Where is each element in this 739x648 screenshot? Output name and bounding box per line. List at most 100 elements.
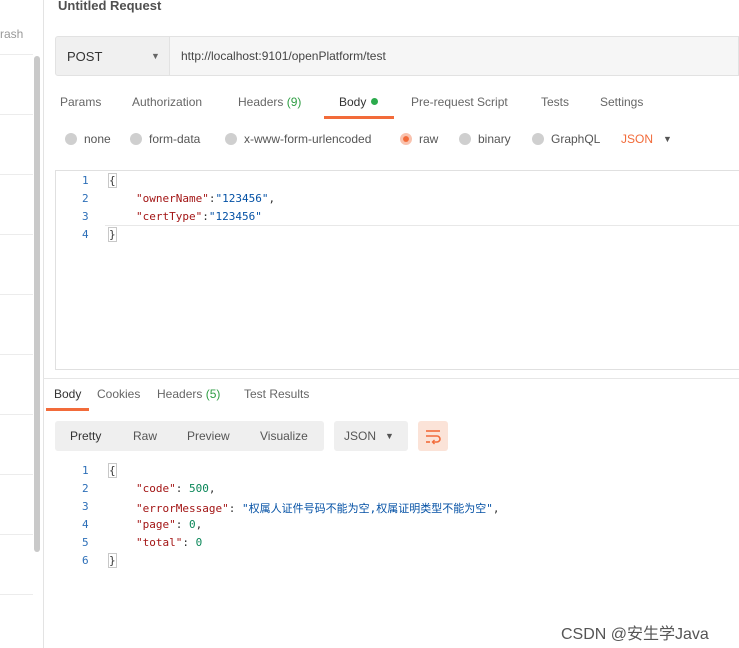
line-number: 6 [82,554,89,567]
code-line: "page": 0, [136,518,203,531]
response-format-select[interactable]: JSON ▼ [334,421,408,451]
chevron-down-icon: ▼ [385,431,394,441]
wrap-lines-button[interactable] [418,421,448,451]
response-headers-count: (5) [205,387,221,401]
json-key: "ownerName" [136,192,209,205]
response-view-toggle: Pretty Raw Preview Visualize [55,421,324,451]
radio-circle [130,133,142,145]
line-number: 3 [82,210,89,223]
line-number: 4 [82,228,89,241]
radio-none[interactable]: none [65,132,111,146]
response-format-label: JSON [344,429,377,443]
code-line: "certType":"123456" [136,210,262,223]
radio-binary[interactable]: binary [459,132,511,146]
tab-prerequest-script[interactable]: Pre-request Script [411,95,508,109]
radio-urlencoded[interactable]: x-www-form-urlencoded [225,132,371,146]
json-key: "total" [136,536,183,549]
sidebar-divider [0,294,33,295]
radio-circle [532,133,544,145]
json-value: 0 [189,518,196,531]
tab-tests[interactable]: Tests [541,95,569,109]
response-tab-headers-label: Headers [157,387,203,401]
radio-none-label: none [84,132,111,146]
json-key: "code" [136,482,176,495]
sidebar-divider [0,534,33,535]
line-number: 1 [82,174,89,187]
code-line: "errorMessage": "权属人证件号码不能为空,权属证明类型不能为空"… [136,502,500,515]
tab-headers-label: Headers [238,95,284,109]
radio-graphql-label: GraphQL [551,132,601,146]
code-brace: } [108,227,117,242]
tab-headers[interactable]: Headers (9) [238,95,301,109]
sidebar-divider [0,114,33,115]
response-tab-test-results[interactable]: Test Results [244,387,309,401]
sidebar-divider [0,174,33,175]
code-brace: } [108,553,117,568]
wrap-lines-icon [426,430,441,445]
code-line: "code": 500, [136,482,216,495]
active-tab-underline [324,116,394,119]
sidebar-divider [0,234,33,235]
request-title[interactable]: Untitled Request [58,0,161,13]
radio-form-data-label: form-data [149,132,201,146]
radio-circle [225,133,237,145]
json-value: "123456" [215,192,269,205]
radio-raw[interactable]: raw [400,132,438,146]
line-number: 4 [82,518,89,531]
tab-authorization[interactable]: Authorization [132,95,202,109]
json-key: "errorMessage" [136,502,229,515]
collections-sidebar: rash [0,0,44,648]
response-tab-headers[interactable]: Headers (5) [157,387,220,401]
json-value: "123456" [208,210,262,223]
tab-body-label: Body [339,95,367,109]
radio-binary-label: binary [478,132,511,146]
active-response-tab-underline [46,408,89,411]
line-number: 1 [82,464,89,477]
view-preview-button[interactable]: Preview [187,429,230,443]
json-value: 0 [195,536,203,549]
trash-label[interactable]: rash [0,27,23,41]
code-brace: { [108,173,117,188]
chevron-down-icon[interactable]: ▼ [663,134,672,144]
code-brace: { [108,463,117,478]
view-raw-button[interactable]: Raw [133,429,157,443]
sidebar-divider [0,414,33,415]
method-select[interactable]: POST ▼ [55,36,170,76]
chevron-down-icon: ▼ [151,51,160,61]
headers-count: (9) [286,95,302,109]
json-value: "权属人证件号码不能为空,权属证明类型不能为空" [241,502,493,515]
json-key: "certType" [136,210,203,223]
raw-format-select[interactable]: JSON [621,132,653,146]
body-indicator-dot [371,98,379,105]
pane-splitter[interactable] [43,378,739,379]
radio-urlencoded-label: x-www-form-urlencoded [244,132,372,146]
csdn-watermark: CSDN @安生学Java [561,626,709,643]
radio-raw-label: raw [419,132,439,146]
code-line: "ownerName":"123456", [136,192,276,205]
response-tab-cookies[interactable]: Cookies [97,387,140,401]
response-tab-body[interactable]: Body [54,387,81,401]
url-value: http://localhost:9101/openPlatform/test [181,49,386,63]
code-line: "total": 0 [136,536,203,549]
tab-body[interactable]: Body [339,95,379,109]
radio-form-data[interactable]: form-data [130,132,200,146]
json-value: 500 [189,482,209,495]
sidebar-divider [0,594,33,595]
tab-params[interactable]: Params [60,95,101,109]
radio-circle [65,133,77,145]
url-input[interactable]: http://localhost:9101/openPlatform/test [170,36,739,76]
line-number: 5 [82,536,89,549]
sidebar-divider [0,474,33,475]
sidebar-divider [0,54,33,55]
view-pretty-button[interactable]: Pretty [70,429,101,443]
radio-circle-selected [400,133,412,145]
sidebar-scrollbar[interactable] [34,56,40,552]
method-label: POST [67,49,103,64]
view-visualize-button[interactable]: Visualize [260,429,308,443]
sidebar-divider [0,354,33,355]
radio-circle [459,133,471,145]
line-number: 2 [82,192,89,205]
radio-graphql[interactable]: GraphQL [532,132,600,146]
tab-settings[interactable]: Settings [600,95,643,109]
line-number: 3 [82,500,89,513]
